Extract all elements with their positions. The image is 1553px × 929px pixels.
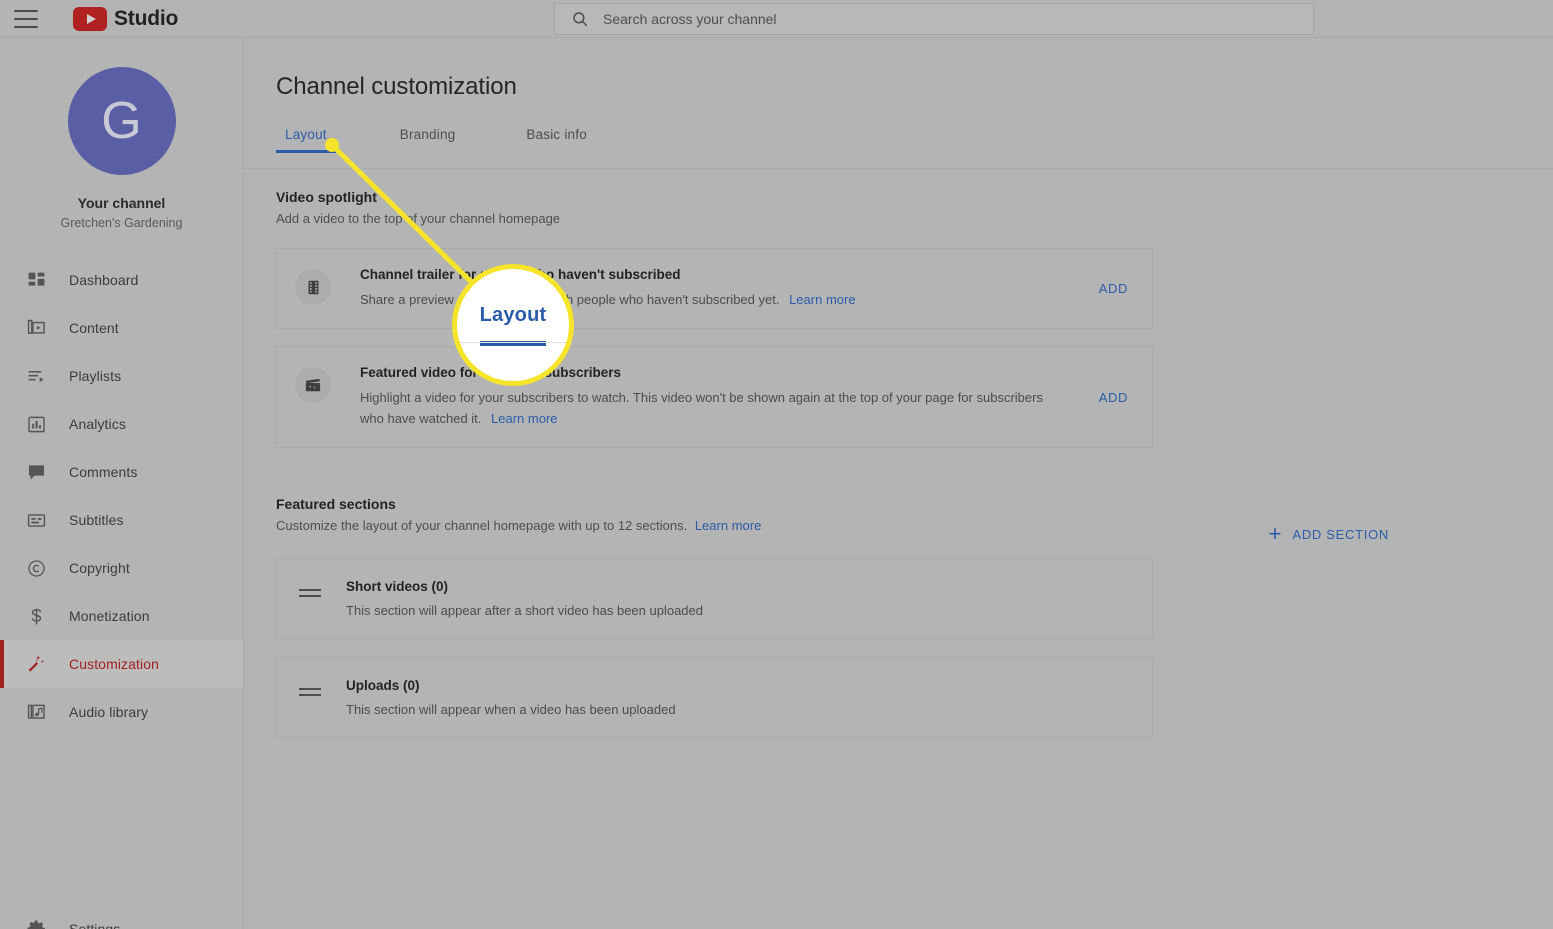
add-trailer-button[interactable]: ADD bbox=[1099, 281, 1128, 296]
main-content: Channel customization Layout Branding Ba… bbox=[245, 39, 1553, 929]
channel-block: G Your channel Gretchen's Gardening bbox=[0, 39, 243, 230]
sidebar-item-label: Customization bbox=[69, 656, 160, 672]
tab-basic-info[interactable]: Basic info bbox=[517, 127, 596, 153]
dollar-icon bbox=[24, 604, 48, 628]
sidebar-item-audio-library[interactable]: Audio library bbox=[0, 688, 243, 736]
add-section-button[interactable]: + ADD SECTION bbox=[1269, 523, 1389, 545]
dashboard-icon bbox=[24, 268, 48, 292]
learn-more-link[interactable]: Learn more bbox=[789, 292, 855, 307]
comment-icon bbox=[24, 460, 48, 484]
sidebar-item-monetization[interactable]: Monetization bbox=[0, 592, 243, 640]
sidebar-item-settings[interactable]: Settings bbox=[0, 905, 243, 929]
featured-video-card[interactable]: Featured video for returning subscribers… bbox=[276, 346, 1153, 448]
video-spotlight-header: Video spotlight Add a video to the top o… bbox=[276, 189, 1553, 226]
sidebar-item-label: Subtitles bbox=[69, 512, 124, 528]
tab-layout[interactable]: Layout bbox=[276, 127, 336, 153]
sidebar-nav: Dashboard Content Playlists Analytics Co… bbox=[0, 256, 243, 736]
sidebar-item-customization[interactable]: Customization bbox=[0, 640, 243, 688]
sidebar: G Your channel Gretchen's Gardening Dash… bbox=[0, 39, 244, 929]
card-description: Share a preview of your channel with peo… bbox=[360, 289, 1085, 310]
section-row-uploads[interactable]: Uploads (0) This section will appear whe… bbox=[276, 657, 1153, 738]
page-title: Channel customization bbox=[276, 73, 517, 100]
sidebar-item-label: Comments bbox=[69, 464, 138, 480]
youtube-play-icon bbox=[73, 6, 107, 31]
youtube-studio-logo[interactable]: Studio bbox=[73, 6, 179, 31]
sidebar-item-subtitles[interactable]: Subtitles bbox=[0, 496, 243, 544]
gear-icon bbox=[24, 917, 48, 929]
magic-wand-icon bbox=[24, 652, 48, 676]
search-bar[interactable] bbox=[554, 3, 1314, 35]
sidebar-item-label: Dashboard bbox=[69, 272, 139, 288]
learn-more-link[interactable]: Learn more bbox=[491, 411, 557, 426]
top-bar: Studio bbox=[0, 0, 1553, 38]
sidebar-item-analytics[interactable]: Analytics bbox=[0, 400, 243, 448]
tab-bar-divider bbox=[245, 168, 1553, 169]
drag-handle-icon[interactable] bbox=[299, 589, 321, 597]
sidebar-item-label: Audio library bbox=[69, 704, 149, 720]
content-video-icon bbox=[24, 316, 48, 340]
card-description-text: Share a preview of your channel with peo… bbox=[360, 292, 780, 307]
card-title: Channel trailer for people who haven't s… bbox=[360, 267, 681, 282]
subtitles-icon bbox=[24, 508, 48, 532]
search-icon bbox=[571, 10, 589, 28]
sidebar-item-label: Content bbox=[69, 320, 119, 336]
section-description-text: Customize the layout of your channel hom… bbox=[276, 518, 688, 533]
playlist-icon bbox=[24, 364, 48, 388]
clapperboard-sparkle-icon bbox=[295, 367, 331, 403]
hamburger-icon[interactable] bbox=[14, 9, 38, 28]
audio-note-icon bbox=[24, 700, 48, 724]
card-body: Featured video for returning subscribers… bbox=[360, 365, 1099, 429]
learn-more-link[interactable]: Learn more bbox=[695, 518, 761, 533]
sidebar-item-copyright[interactable]: Copyright bbox=[0, 544, 243, 592]
card-title: Featured video for returning subscribers bbox=[360, 365, 622, 380]
section-row-title: Uploads (0) bbox=[346, 678, 420, 693]
sidebar-item-playlists[interactable]: Playlists bbox=[0, 352, 243, 400]
card-body: Channel trailer for people who haven't s… bbox=[360, 267, 1099, 310]
tab-bar: Layout Branding Basic info bbox=[276, 127, 1553, 153]
channel-name-label: Gretchen's Gardening bbox=[60, 216, 183, 230]
film-strip-icon bbox=[295, 269, 331, 305]
section-row-description: This section will appear after a short v… bbox=[346, 603, 703, 618]
your-channel-label: Your channel bbox=[77, 195, 166, 211]
sidebar-item-label: Playlists bbox=[69, 368, 122, 384]
plus-icon: + bbox=[1268, 521, 1282, 546]
search-input[interactable] bbox=[603, 11, 1313, 27]
section-row-body: Short videos (0) This section will appea… bbox=[346, 579, 703, 618]
copyright-icon bbox=[24, 556, 48, 580]
section-title: Video spotlight bbox=[276, 189, 377, 205]
sidebar-item-content[interactable]: Content bbox=[0, 304, 243, 352]
section-row-description: This section will appear when a video ha… bbox=[346, 702, 676, 717]
sidebar-item-dashboard[interactable]: Dashboard bbox=[0, 256, 243, 304]
section-row-title: Short videos (0) bbox=[346, 579, 449, 594]
sidebar-item-label: Copyright bbox=[69, 560, 130, 576]
sidebar-item-label: Monetization bbox=[69, 608, 150, 624]
section-title: Featured sections bbox=[276, 496, 396, 512]
tab-branding[interactable]: Branding bbox=[391, 127, 465, 153]
add-section-label: ADD SECTION bbox=[1292, 526, 1389, 542]
avatar[interactable]: G bbox=[67, 67, 176, 175]
card-description-text: Highlight a video for your subscribers t… bbox=[360, 390, 1043, 426]
section-description: Add a video to the top of your channel h… bbox=[276, 211, 561, 226]
drag-handle-icon[interactable] bbox=[299, 688, 321, 696]
brand-label: Studio bbox=[114, 6, 179, 30]
sidebar-item-comments[interactable]: Comments bbox=[0, 448, 243, 496]
channel-trailer-card[interactable]: Channel trailer for people who haven't s… bbox=[276, 248, 1153, 329]
sidebar-item-label: Analytics bbox=[69, 416, 126, 432]
section-row-short-videos[interactable]: Short videos (0) This section will appea… bbox=[276, 558, 1153, 639]
analytics-bar-icon bbox=[24, 412, 48, 436]
sidebar-item-label: Settings bbox=[69, 921, 121, 929]
add-featured-video-button[interactable]: ADD bbox=[1099, 390, 1128, 405]
section-row-body: Uploads (0) This section will appear whe… bbox=[346, 678, 676, 717]
card-description: Highlight a video for your subscribers t… bbox=[360, 387, 1069, 429]
